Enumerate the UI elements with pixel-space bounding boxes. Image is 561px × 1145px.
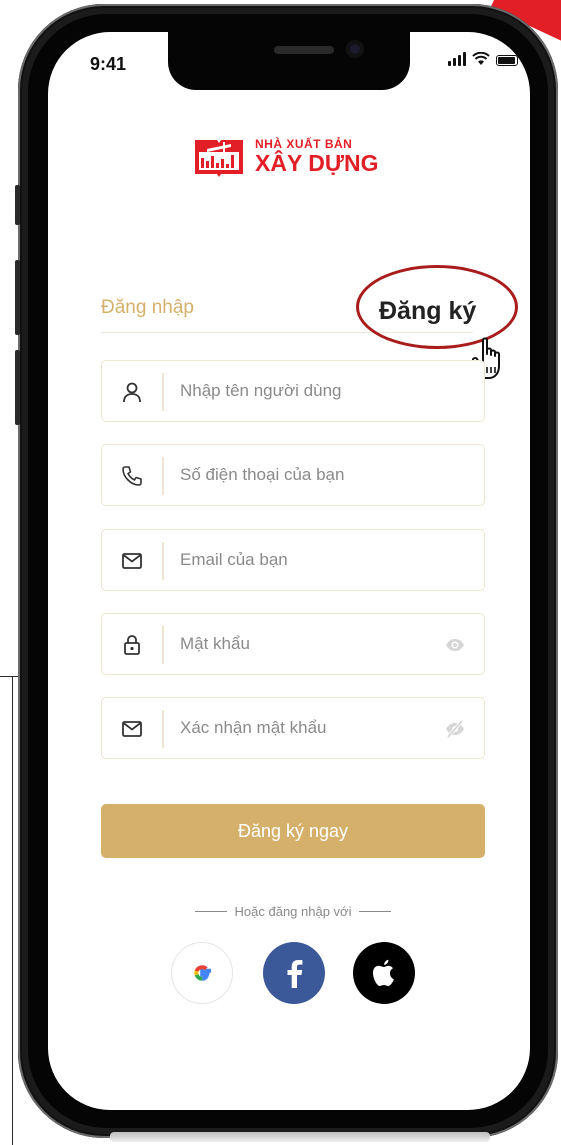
signal-icon [448, 52, 466, 66]
brand-line-2: XÂY DỰNG [255, 149, 379, 176]
eye-off-icon[interactable] [444, 718, 466, 740]
user-icon [123, 382, 141, 403]
facebook-icon [287, 960, 303, 988]
status-icons [448, 52, 518, 66]
password-input[interactable] [180, 614, 440, 674]
external-line [12, 676, 13, 1145]
field-separator [162, 457, 164, 495]
field-separator [162, 710, 164, 748]
mail-icon [122, 721, 142, 737]
google-login-button[interactable] [171, 942, 233, 1004]
battery-icon [496, 55, 518, 66]
facebook-login-button[interactable] [263, 942, 325, 1004]
front-camera [346, 40, 364, 58]
tab-login[interactable]: Đăng nhập [101, 297, 194, 319]
side-button [15, 185, 20, 225]
phone-icon [122, 466, 142, 486]
volume-down-button [15, 350, 20, 425]
apple-icon [373, 959, 394, 986]
divider-text: Hoặc đăng nhập với [234, 904, 352, 919]
status-time: 9:41 [90, 54, 127, 74]
email-field[interactable] [101, 529, 485, 591]
google-icon [194, 965, 211, 981]
phone-screen: 9:41 NHÀ XUẤT BẢN XÂY DỰNG Đăng nhập Đăn… [48, 32, 530, 1110]
mail-icon [122, 553, 142, 569]
brand-line-1: NHÀ XUẤT BẢN [255, 136, 353, 151]
field-separator [162, 542, 164, 580]
eye-icon[interactable] [444, 634, 466, 656]
password-field[interactable] [101, 613, 485, 675]
phone-field[interactable] [101, 444, 485, 506]
phone-shadow [110, 1132, 490, 1142]
field-separator [162, 626, 164, 664]
phone-input[interactable] [180, 445, 440, 505]
email-input[interactable] [180, 530, 440, 590]
brand-logo: NHÀ XUẤT BẢN XÂY DỰNG [193, 134, 378, 178]
divider-line [194, 911, 227, 912]
notch [168, 32, 410, 90]
lock-icon [124, 635, 140, 655]
speaker [274, 46, 334, 54]
username-input[interactable] [180, 361, 440, 421]
confirm-password-field[interactable] [101, 697, 485, 759]
username-field[interactable] [101, 360, 485, 422]
wifi-icon [472, 52, 490, 65]
confirm-password-input[interactable] [180, 698, 440, 758]
signup-submit-button[interactable]: Đăng ký ngay [101, 804, 485, 858]
apple-login-button[interactable] [353, 942, 415, 1004]
logo-icon [195, 140, 243, 177]
field-separator [162, 373, 164, 411]
volume-up-button [15, 260, 20, 335]
divider-line [359, 911, 392, 912]
social-divider: Hoặc đăng nhập với [168, 904, 418, 919]
